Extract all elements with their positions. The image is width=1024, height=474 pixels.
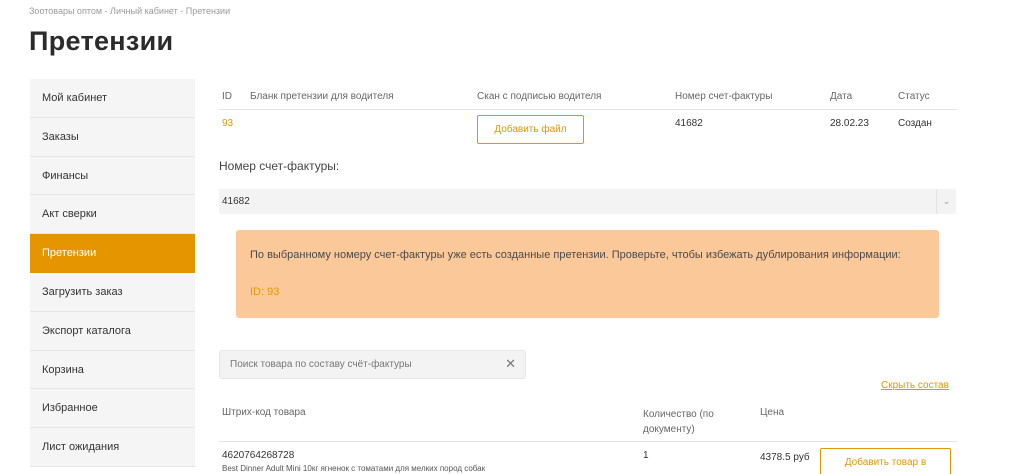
good-quantity: 1: [643, 450, 649, 461]
claim-invoice-number: 41682: [675, 118, 703, 129]
breadcrumb: Зоотовары оптом - Личный кабинет - Прете…: [29, 6, 230, 16]
header-barcode: Штрих-код товара: [222, 407, 306, 418]
header-price: Цена: [760, 407, 785, 418]
claim-status: Создан: [898, 118, 932, 129]
header-invoice: Номер счет-фактуры: [675, 91, 773, 102]
goods-search: ✕: [219, 350, 526, 379]
add-good-button[interactable]: Добавить товар в: [820, 448, 951, 474]
sidebar-item-reconciliation[interactable]: Акт сверки: [30, 195, 195, 235]
sidebar-item-orders[interactable]: Заказы: [30, 118, 195, 157]
sidebar-item-my-cabinet[interactable]: Мой кабинет: [30, 79, 195, 118]
hide-contents-link[interactable]: Скрыть состав: [881, 380, 949, 391]
breadcrumb-item-home[interactable]: Зоотовары оптом: [29, 6, 102, 16]
good-name: Best Dinner Adult Mini 10кг ягненок с то…: [222, 464, 486, 473]
breadcrumb-separator: -: [102, 6, 111, 16]
claim-date: 28.02.23: [830, 118, 869, 129]
sidebar-item-upload-order[interactable]: Загрузить заказ: [30, 273, 195, 312]
invoice-select-label: Номер счет-фактуры:: [219, 159, 340, 173]
invoice-select[interactable]: 41682 ⌄: [219, 189, 956, 214]
header-scan: Скан с подписью водителя: [477, 91, 602, 102]
warning-claim-link[interactable]: ID: 93: [250, 286, 279, 298]
page-title: Претензии: [29, 26, 174, 56]
add-file-button[interactable]: Добавить файл: [477, 115, 584, 144]
sidebar: Мой кабинет Заказы Финансы Акт сверки Пр…: [30, 79, 195, 467]
goods-search-input[interactable]: [220, 351, 490, 378]
sidebar-item-catalog-export[interactable]: Экспорт каталога: [30, 312, 195, 351]
sidebar-item-favorites[interactable]: Избранное: [30, 389, 195, 429]
duplicate-warning: По выбранному номеру счет-фактуры уже ес…: [236, 230, 939, 318]
breadcrumb-separator: -: [177, 6, 186, 16]
header-status: Статус: [898, 91, 930, 102]
chevron-down-icon[interactable]: ⌄: [936, 189, 956, 214]
close-icon[interactable]: ✕: [505, 357, 516, 371]
header-blank: Бланк претензии для водителя: [250, 91, 394, 102]
sidebar-item-claims[interactable]: Претензии: [30, 234, 195, 273]
claims-table-header: ID Бланк претензии для водителя Скан с п…: [219, 88, 957, 110]
sidebar-item-finances[interactable]: Финансы: [30, 157, 195, 196]
header-id: ID: [222, 91, 232, 102]
breadcrumb-item-current: Претензии: [185, 6, 231, 16]
claims-table: ID Бланк претензии для водителя Скан с п…: [219, 88, 957, 110]
sidebar-item-wait-list[interactable]: Лист ожидания: [30, 428, 195, 467]
claim-id-link[interactable]: 93: [222, 118, 233, 129]
good-price: 4378.5 руб: [760, 452, 810, 463]
warning-text: По выбранному номеру счет-фактуры уже ес…: [250, 249, 901, 261]
breadcrumb-item-cabinet[interactable]: Личный кабинет: [110, 6, 178, 16]
goods-table-header: Штрих-код товара Количество (по документ…: [219, 398, 957, 442]
header-quantity: Количество (по документу): [643, 409, 714, 435]
invoice-select-value: 41682: [222, 196, 250, 207]
header-date: Дата: [830, 91, 853, 102]
good-barcode: 4620764268728: [222, 450, 295, 461]
sidebar-item-cart[interactable]: Корзина: [30, 351, 195, 390]
